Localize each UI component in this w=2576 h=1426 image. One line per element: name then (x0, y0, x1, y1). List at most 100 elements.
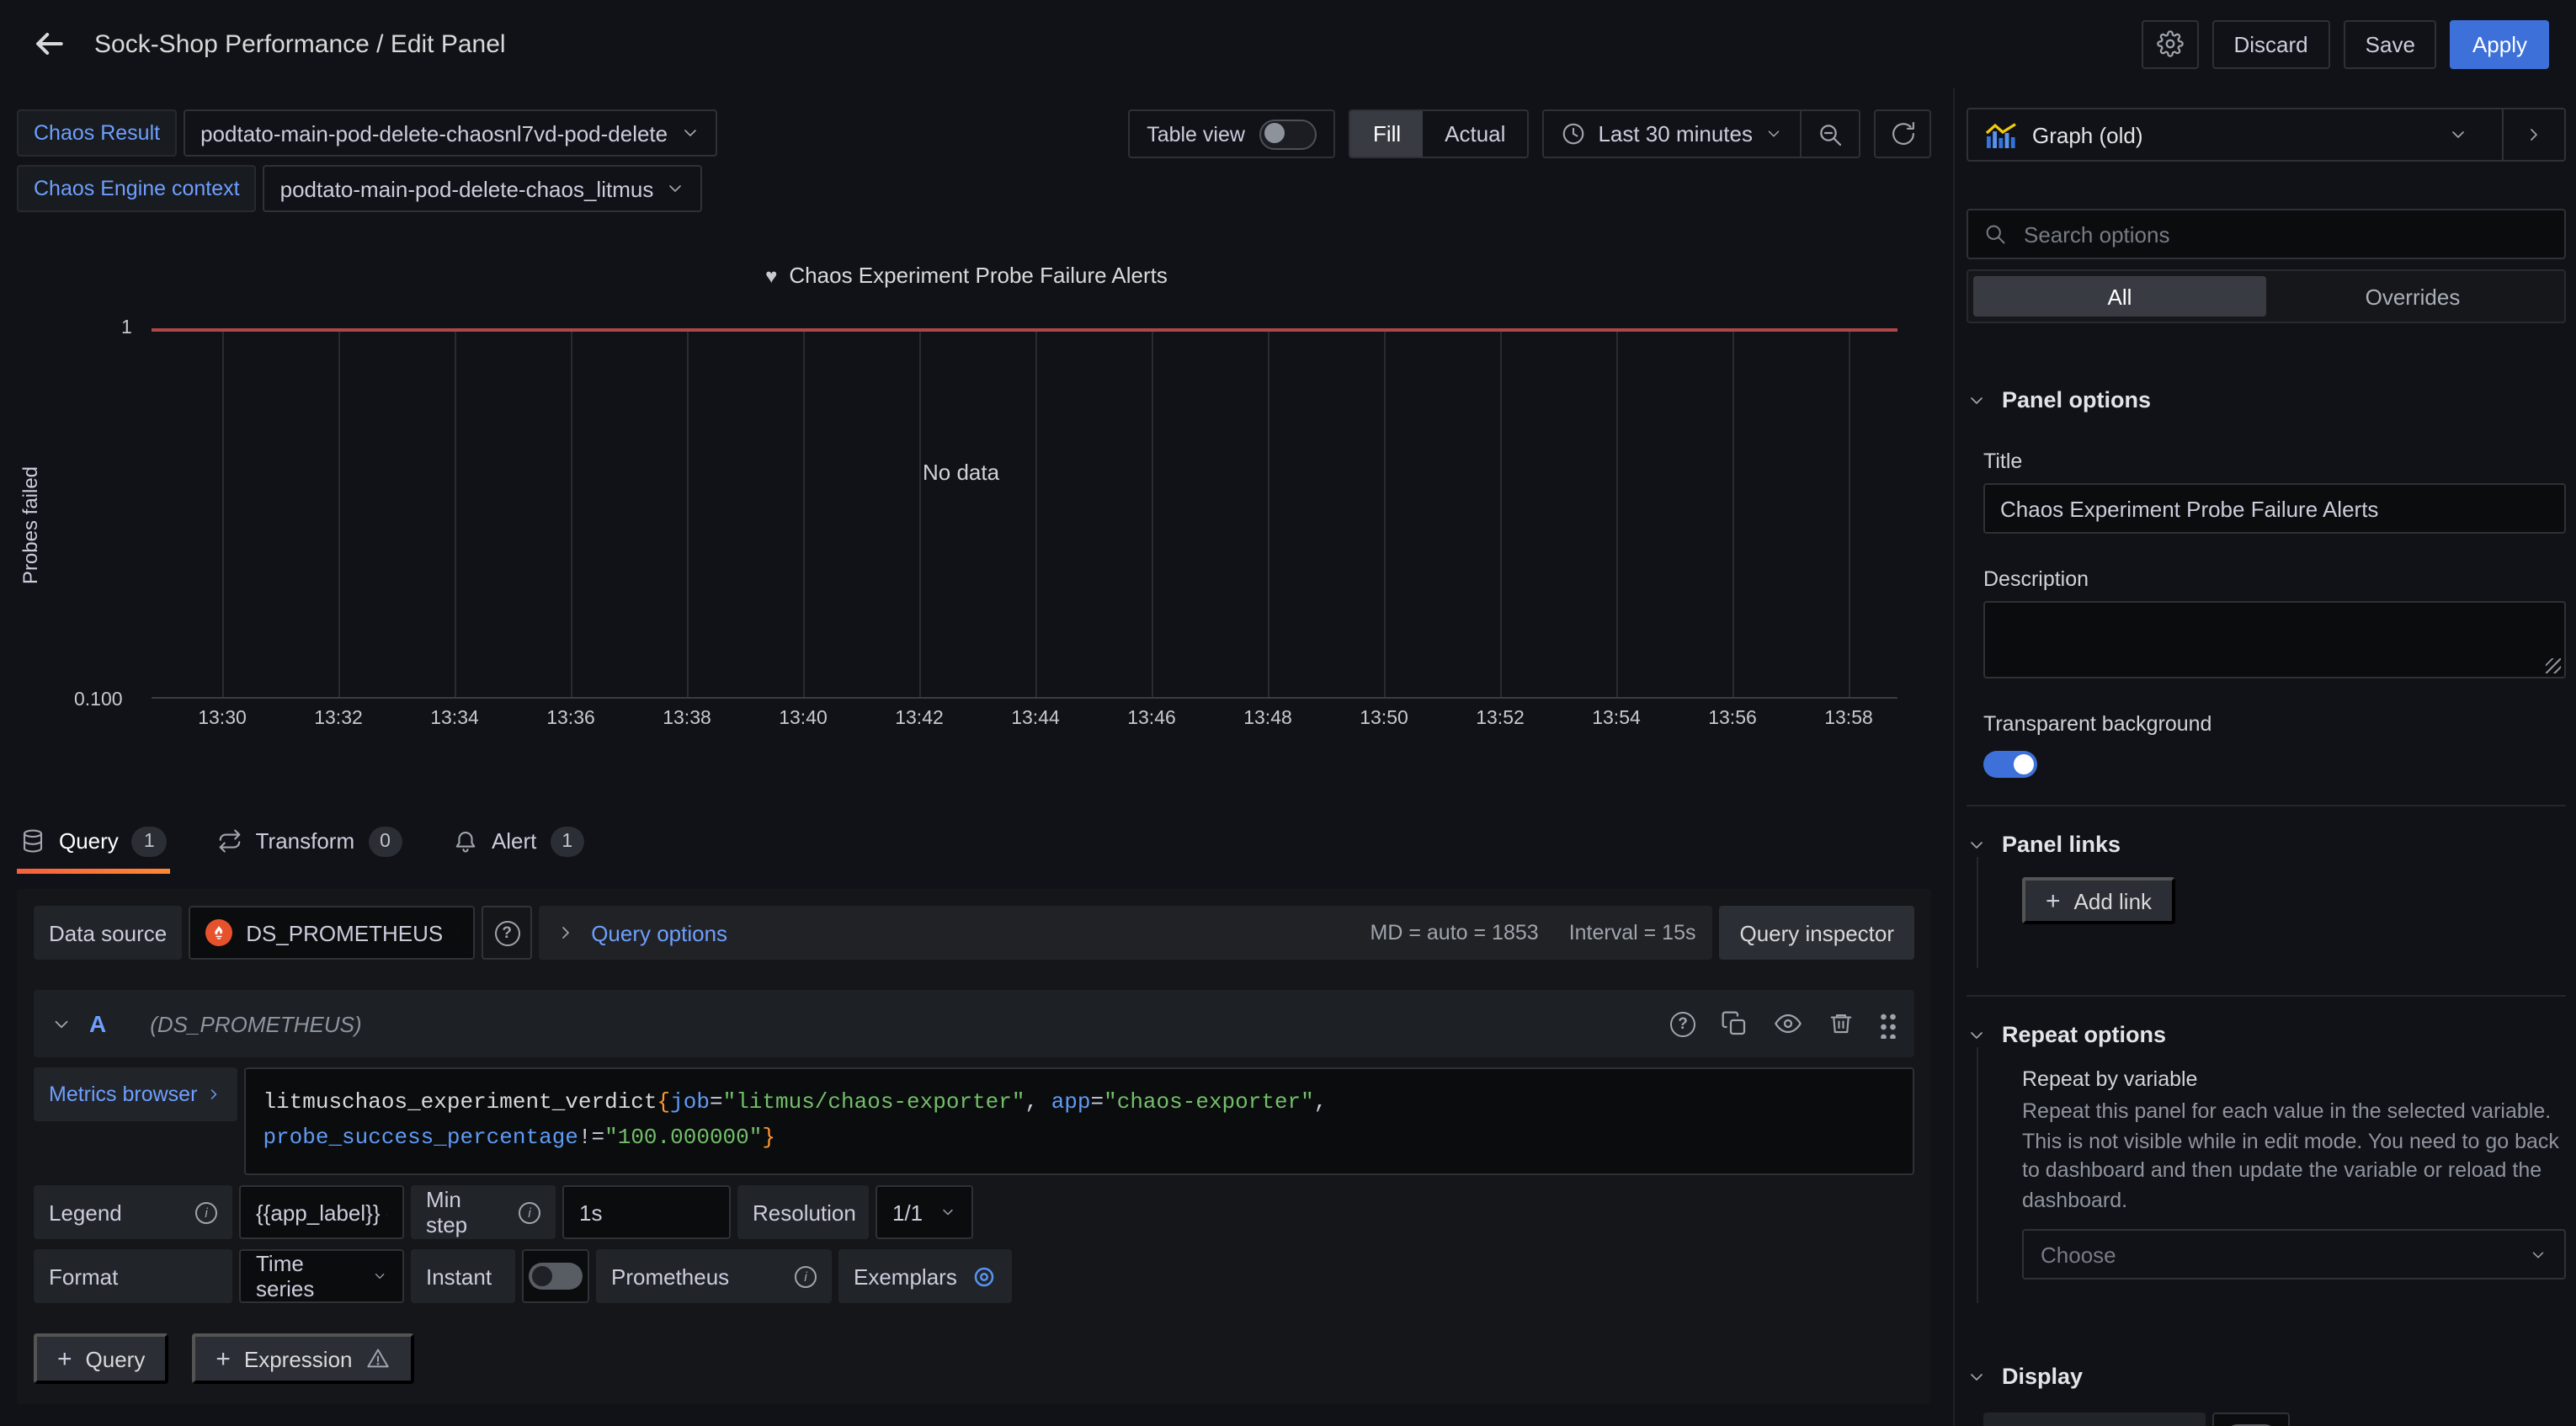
display-header[interactable]: Display (1967, 1364, 2566, 1389)
format-select[interactable]: Time series (239, 1249, 404, 1303)
datasource-picker[interactable]: DS_PROMETHEUS (189, 906, 475, 960)
visualization-select[interactable]: Graph (old) (1968, 109, 2502, 160)
table-view-label: Table view (1147, 122, 1245, 146)
legend-label-text: Legend (49, 1200, 122, 1225)
chevron-down-icon (456, 923, 458, 942)
panel-options-heading: Panel options (2002, 387, 2151, 412)
chaos-engine-dropdown[interactable]: podtato-main-pod-delete-chaos_litmus (263, 165, 703, 212)
prometheus-type-label: Prometheus i (596, 1249, 832, 1303)
panel-title-input[interactable] (1983, 483, 2566, 534)
gridline (1732, 328, 1734, 697)
options-search-input[interactable] (2020, 220, 2549, 248)
editor-tabs: Query 1 Transform 0 Alert 1 (17, 813, 1953, 869)
variable-chaos-engine: Chaos Engine context podtato-main-pod-de… (17, 165, 716, 212)
gridline (1152, 328, 1153, 697)
tab-alert[interactable]: Alert 1 (450, 813, 588, 869)
visualization-picker: Graph (old) (1967, 108, 2566, 162)
resize-handle[interactable] (2546, 658, 2561, 673)
chart: 1 0.100 Probes failed No data (152, 328, 1897, 699)
choose-placeholder: Choose (2041, 1242, 2116, 1267)
legend-input[interactable]: {{app_label}} - {{chaos… (239, 1185, 404, 1239)
options-sidebar: Graph (old) All Overrides (1955, 88, 2576, 1426)
actual-option[interactable]: Actual (1423, 111, 1527, 157)
datasource-help-button[interactable]: ? (482, 906, 532, 960)
query-add-buttons: + Query + Expression (34, 1333, 1914, 1387)
add-query-label: Query (86, 1346, 146, 1371)
fill-option[interactable]: Fill (1351, 111, 1423, 157)
database-icon (20, 828, 45, 854)
query-row-header[interactable]: A (DS_PROMETHEUS) ? (34, 990, 1914, 1057)
chevron-down-icon (1764, 125, 1783, 143)
exemplars-icon[interactable] (972, 1264, 998, 1289)
plus-icon: + (57, 1344, 72, 1373)
tab-query[interactable]: Query 1 (17, 813, 170, 869)
chevron-right-icon (205, 1086, 222, 1103)
format-label: Format (34, 1249, 232, 1303)
query-inspector-button[interactable]: Query inspector (1719, 906, 1914, 960)
refresh-button[interactable] (1874, 109, 1931, 158)
grafana-edit-panel: Sock-Shop Performance / Edit Panel Disca… (0, 0, 2576, 1426)
discard-button[interactable]: Discard (2212, 19, 2330, 68)
add-expression-button[interactable]: + Expression (192, 1333, 414, 1384)
gridline (222, 328, 224, 697)
gridline (1035, 328, 1037, 697)
query-count-badge: 1 (132, 826, 167, 856)
exemplars-label: Exemplars (854, 1264, 957, 1289)
instant-toggle[interactable] (529, 1263, 583, 1290)
panel-header[interactable]: ♥ Chaos Experiment Probe Failure Alerts (0, 263, 1933, 288)
query-help-icon[interactable]: ? (1670, 1011, 1695, 1036)
repeat-variable-select[interactable]: Choose (2022, 1229, 2566, 1280)
x-tick-label: 13:30 (198, 709, 247, 729)
panel-settings-button[interactable] (2142, 19, 2199, 68)
eye-icon[interactable] (1773, 1010, 1803, 1037)
add-query-button[interactable]: + Query (34, 1333, 168, 1384)
graph-viz-icon (1985, 122, 2017, 147)
query-ref-id: A (89, 1010, 106, 1037)
add-link-button[interactable]: + Add link (2022, 877, 2175, 924)
drag-handle-icon[interactable] (1879, 1009, 1897, 1038)
query-ref-datasource: (DS_PROMETHEUS) (150, 1011, 361, 1036)
duplicate-icon[interactable] (1721, 1010, 1748, 1037)
transparent-bg-toggle[interactable] (1983, 751, 2037, 778)
panel-toolbar: Table view Fill Actual Last 30 minutes (1128, 109, 1931, 158)
exemplars-control: Exemplars (838, 1249, 1013, 1303)
tab-overrides[interactable]: Overrides (2266, 276, 2559, 317)
chevron-down-icon (1967, 1024, 1987, 1045)
tab-transform[interactable]: Transform 0 (214, 813, 406, 869)
viz-expand-button[interactable] (2502, 109, 2564, 160)
options-search[interactable] (1967, 209, 2566, 259)
chaos-result-dropdown[interactable]: podtato-main-pod-delete-chaosnl7vd-pod-d… (184, 109, 716, 157)
zoom-out-button[interactable] (1802, 111, 1859, 157)
apply-button[interactable]: Apply (2451, 19, 2549, 68)
add-expression-label: Expression (244, 1346, 353, 1371)
alert-count-badge: 1 (550, 826, 584, 856)
trash-icon[interactable] (1828, 1010, 1854, 1037)
min-step-input[interactable]: 1s (562, 1185, 731, 1239)
resolution-label: Resolution (737, 1185, 869, 1239)
panel-description-textarea[interactable] (1983, 601, 2566, 678)
gridline (1500, 328, 1502, 697)
time-range-label: Last 30 minutes (1598, 121, 1753, 146)
table-view-toggle[interactable] (1260, 119, 1317, 149)
viz-name: Graph (old) (2032, 122, 2143, 147)
repeat-options-header[interactable]: Repeat options (1967, 1022, 2566, 1047)
save-button[interactable]: Save (2344, 19, 2437, 68)
panel-options-body: Title Description Transparent background (1967, 450, 2566, 778)
plot-area[interactable]: No data (152, 328, 1897, 699)
tab-query-label: Query (59, 828, 119, 854)
prometheus-type-text: Prometheus (611, 1264, 729, 1289)
promql-editor[interactable]: litmuschaos_experiment_verdict{job="litm… (244, 1067, 1914, 1175)
panel-title-text: Chaos Experiment Probe Failure Alerts (789, 263, 1167, 288)
chevron-down-icon (679, 123, 700, 143)
panel-options-header[interactable]: Panel options (1967, 387, 2566, 412)
panel-links-header[interactable]: Panel links (1967, 832, 2566, 857)
time-range-picker[interactable]: Last 30 minutes (1544, 111, 1800, 157)
query-options-link[interactable]: Query options (591, 920, 727, 945)
metrics-browser-button[interactable]: Metrics browser (34, 1067, 237, 1121)
back-arrow-icon[interactable] (27, 22, 71, 66)
tab-all[interactable]: All (1973, 276, 2266, 317)
gridline (687, 328, 689, 697)
resolution-select[interactable]: 1/1 (876, 1185, 973, 1239)
x-tick-label: 13:44 (1011, 709, 1060, 729)
min-step-value: 1s (579, 1200, 602, 1225)
